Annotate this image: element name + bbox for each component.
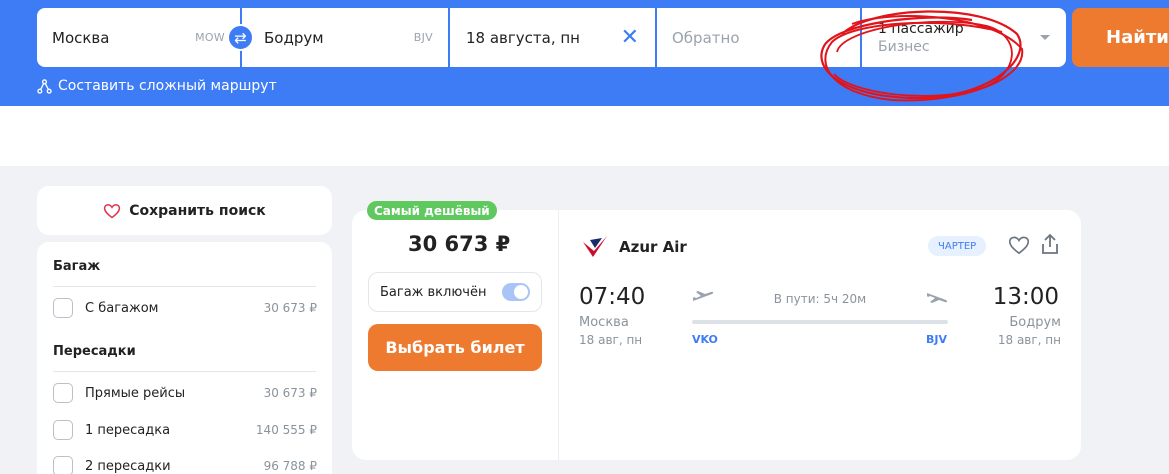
charter-badge: ЧАРТЕР bbox=[928, 236, 987, 256]
destination-code: BJV bbox=[413, 31, 433, 44]
checkbox[interactable] bbox=[53, 456, 73, 474]
plane-landing-icon bbox=[926, 290, 948, 308]
filter-row-direct[interactable]: Прямые рейсы 30 673 ₽ bbox=[53, 383, 317, 403]
checkbox[interactable] bbox=[53, 383, 73, 403]
transfers-filter-title: Пересадки bbox=[53, 344, 136, 359]
chevron-down-icon bbox=[1040, 35, 1050, 40]
departure-date: 18 августа, пн bbox=[466, 28, 580, 47]
destination-city: Бодрум bbox=[264, 28, 324, 47]
cheapest-badge: Самый дешёвый bbox=[367, 201, 497, 220]
heart-icon[interactable] bbox=[1008, 235, 1030, 255]
ticket-price: 30 673 ₽ bbox=[408, 232, 511, 256]
filter-price: 96 788 ₽ bbox=[263, 459, 317, 473]
filter-label: 1 пересадка bbox=[85, 422, 171, 438]
return-date-field[interactable]: Обратно bbox=[657, 8, 860, 67]
filter-price: 140 555 ₽ bbox=[255, 423, 317, 437]
complex-route-label: Составить сложный маршрут bbox=[58, 78, 277, 94]
origin-code: MOW bbox=[195, 31, 225, 44]
airline-name: Azur Air bbox=[619, 238, 687, 256]
filters-panel: Багаж С багажом 30 673 ₽ Пересадки Прямы… bbox=[37, 242, 332, 474]
airline-logo-icon bbox=[583, 236, 607, 257]
airline: Azur Air bbox=[580, 232, 687, 262]
find-button[interactable]: Найти bbox=[1072, 8, 1169, 67]
baggage-toggle-row[interactable]: Багаж включён bbox=[368, 272, 542, 312]
swap-icon[interactable]: ⇄ bbox=[227, 24, 254, 51]
route-icon bbox=[37, 78, 52, 94]
departure-date-field[interactable]: 18 августа, пн ✕ bbox=[450, 8, 655, 67]
arrival-time: 13:00 bbox=[992, 284, 1059, 310]
filter-price: 30 673 ₽ bbox=[263, 301, 317, 315]
heart-icon bbox=[104, 203, 121, 218]
route-track bbox=[692, 320, 948, 324]
choose-ticket-button[interactable]: Выбрать билет bbox=[368, 324, 542, 371]
departure-city: Москва bbox=[579, 315, 629, 330]
departure-date: 18 авг, пн bbox=[579, 333, 643, 347]
departure-airport: VKO bbox=[692, 333, 718, 346]
origin-field[interactable]: Москва MOW bbox=[37, 8, 240, 67]
return-placeholder: Обратно bbox=[672, 28, 740, 47]
filter-label: С багажом bbox=[85, 300, 159, 316]
cabin-class: Бизнес bbox=[878, 38, 930, 55]
checkbox[interactable] bbox=[53, 420, 73, 440]
filter-row-two-transfers[interactable]: 2 пересадки 96 788 ₽ bbox=[53, 456, 317, 474]
filter-label: Прямые рейсы bbox=[85, 385, 186, 401]
arrival-date: 18 авг, пн bbox=[997, 333, 1061, 347]
passengers-count: 1 пассажир bbox=[878, 20, 964, 37]
filter-label: 2 пересадки bbox=[85, 458, 171, 474]
complex-route-link[interactable]: Составить сложный маршрут bbox=[37, 78, 277, 94]
share-icon[interactable] bbox=[1040, 233, 1060, 255]
ticket-card[interactable]: 30 673 ₽ Багаж включён Выбрать билет Azu… bbox=[352, 210, 1081, 460]
sub-header bbox=[0, 106, 1169, 166]
close-icon[interactable]: ✕ bbox=[621, 26, 639, 49]
destination-field[interactable]: Бодрум BJV bbox=[242, 8, 448, 67]
save-search-label: Сохранить поиск bbox=[129, 202, 266, 219]
departure-time: 07:40 bbox=[579, 284, 646, 310]
arrival-airport: BJV bbox=[926, 333, 947, 346]
save-search-button[interactable]: Сохранить поиск bbox=[37, 186, 332, 235]
search-header: Москва MOW ⇄ Бодрум BJV 18 августа, пн ✕… bbox=[0, 0, 1169, 106]
search-form: Москва MOW ⇄ Бодрум BJV 18 августа, пн ✕… bbox=[37, 8, 1066, 67]
flight-duration: В пути: 5ч 20м bbox=[773, 292, 867, 306]
baggage-filter-title: Багаж bbox=[53, 259, 101, 274]
divider bbox=[53, 286, 316, 287]
divider bbox=[53, 371, 316, 372]
arrival-city: Бодрум bbox=[1009, 315, 1061, 330]
filter-price: 30 673 ₽ bbox=[263, 386, 317, 400]
card-divider bbox=[558, 210, 559, 460]
baggage-toggle[interactable] bbox=[502, 283, 530, 301]
filter-row-one-transfer[interactable]: 1 пересадка 140 555 ₽ bbox=[53, 420, 317, 440]
baggage-label: Багаж включён bbox=[380, 284, 487, 300]
filter-row-with-baggage[interactable]: С багажом 30 673 ₽ bbox=[53, 298, 317, 318]
checkbox[interactable] bbox=[53, 298, 73, 318]
passengers-field[interactable]: 1 пассажир Бизнес bbox=[862, 8, 1066, 67]
origin-city: Москва bbox=[52, 28, 110, 47]
